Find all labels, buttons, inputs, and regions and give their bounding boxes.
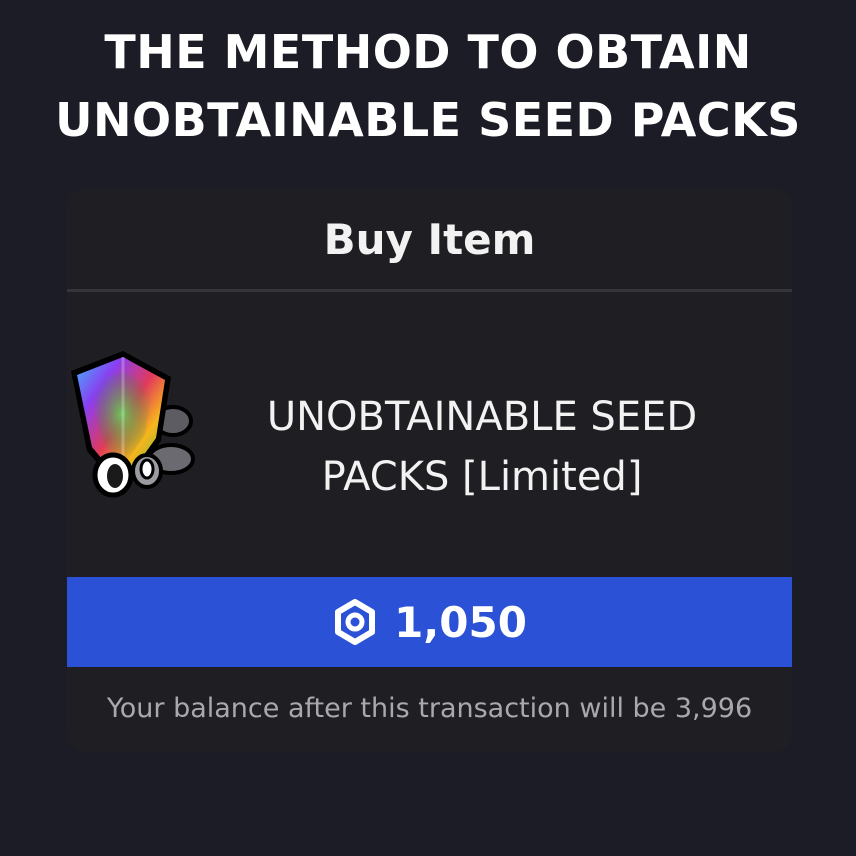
page-headline: THE METHOD TO OBTAIN UNOBTAINABLE SEED P…	[0, 18, 856, 154]
rainbow-shield-seed-pack-icon	[71, 351, 195, 498]
balance-after-text: Your balance after this transaction will…	[106, 693, 753, 724]
robux-icon	[335, 599, 376, 645]
item-name-line-1: UNOBTAINABLE SEED	[266, 394, 698, 440]
item-details: UNOBTAINABLE SEED PACKS [Limited]	[67, 295, 792, 577]
item-name: UNOBTAINABLE SEED PACKS [Limited]	[217, 387, 747, 507]
dialog-title: Buy Item	[67, 189, 792, 292]
headline-line-2: UNOBTAINABLE SEED PACKS	[55, 93, 801, 147]
price-label: 1,050	[394, 597, 527, 647]
headline-line-1: THE METHOD TO OBTAIN	[104, 25, 752, 79]
buy-button[interactable]: 1,050	[67, 577, 792, 667]
buy-item-dialog: Buy Item UNOBTAINABLE SEED PACKS [Limite…	[67, 189, 792, 752]
item-name-line-2: PACKS [Limited]	[321, 454, 643, 500]
